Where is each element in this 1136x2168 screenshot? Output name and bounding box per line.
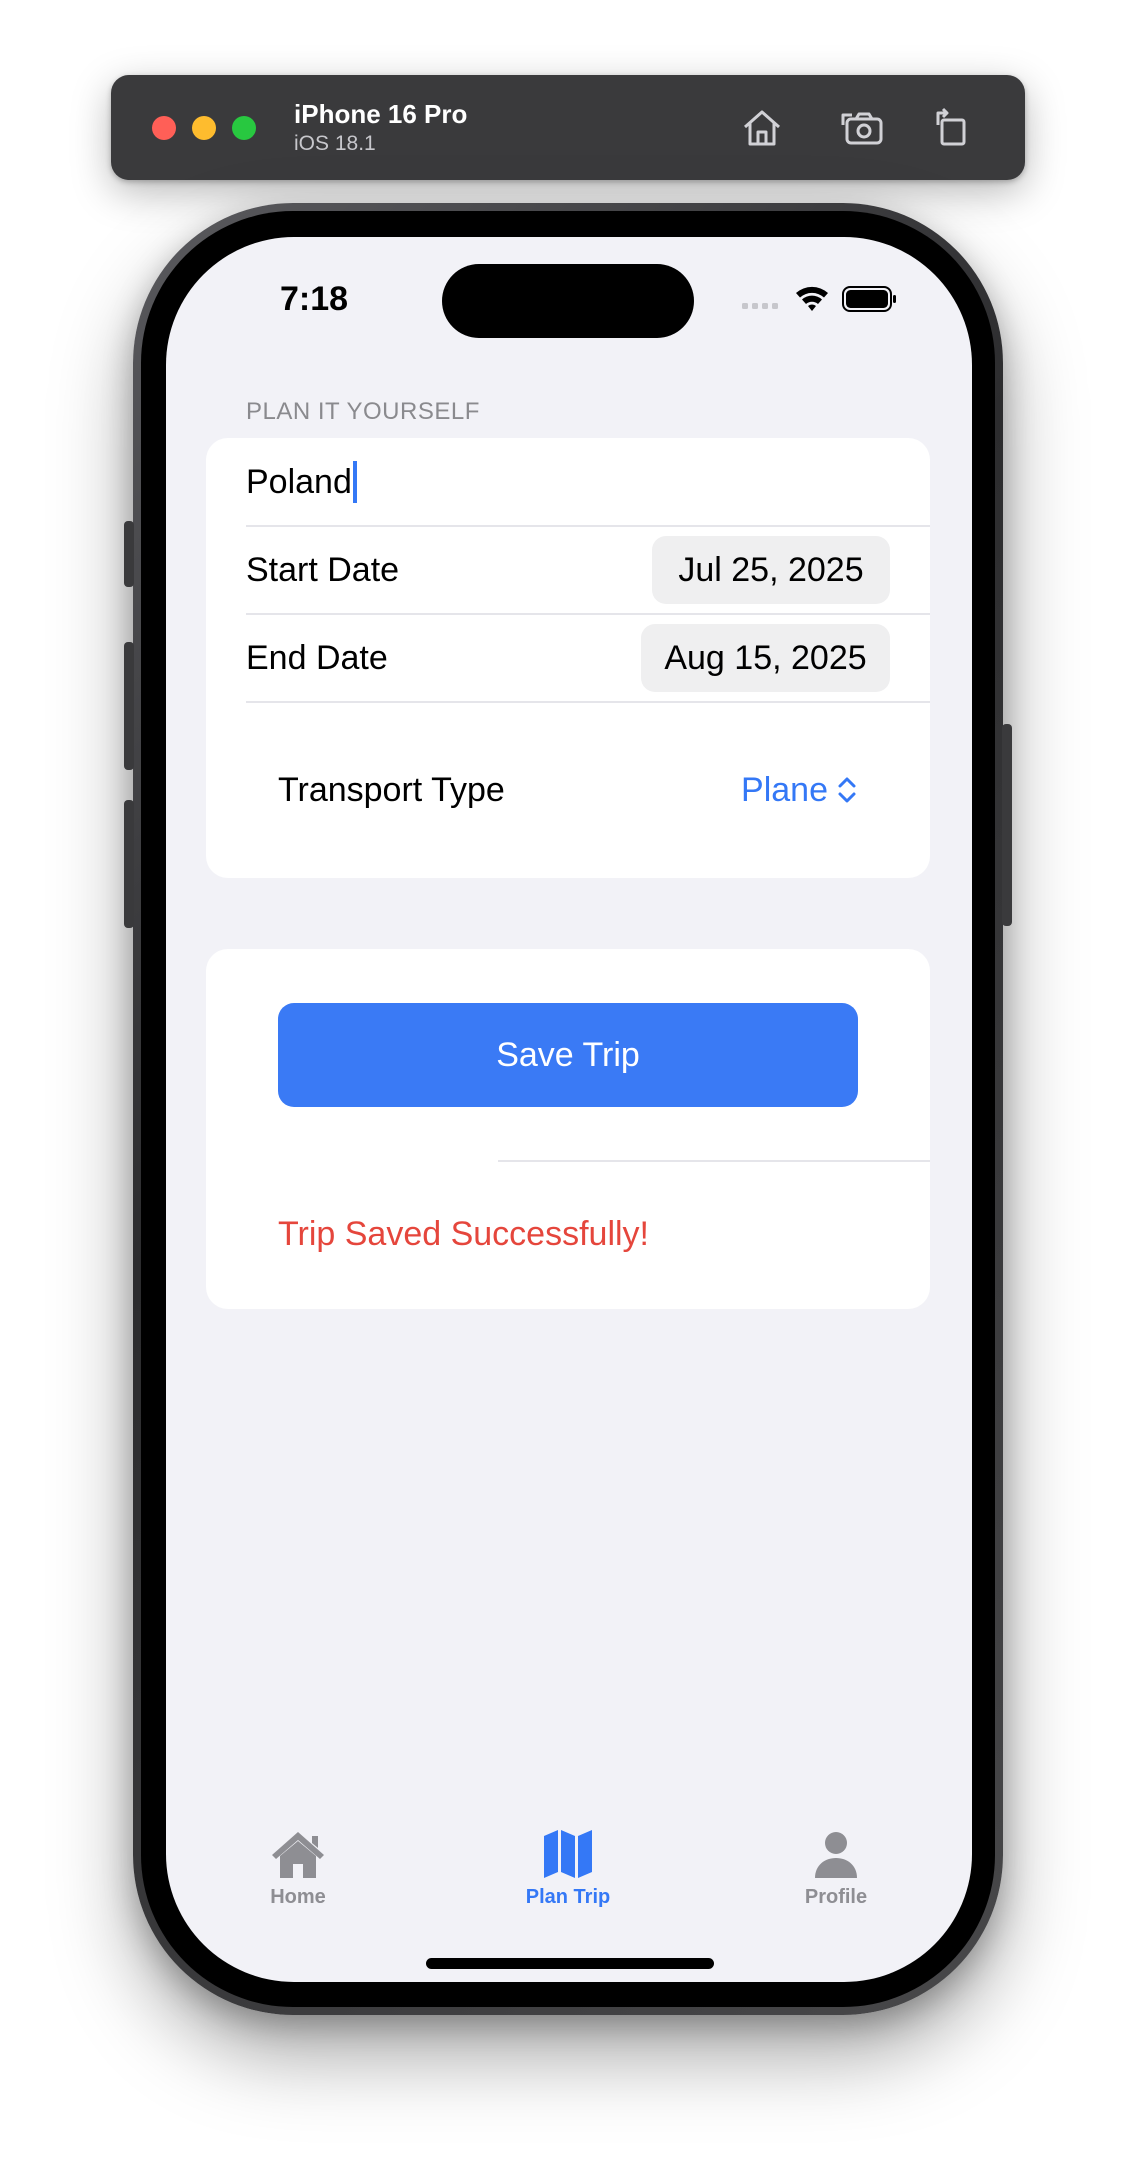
power-button — [1002, 724, 1012, 926]
status-time: 7:18 — [280, 280, 349, 318]
tab-home[interactable]: Home — [198, 1828, 398, 1909]
house-icon — [272, 1832, 324, 1878]
home-icon[interactable] — [737, 103, 787, 153]
volume-up-button — [124, 642, 134, 770]
zoom-window-button[interactable] — [232, 116, 256, 140]
chevron-up-down-icon — [838, 777, 856, 803]
tab-plan-trip[interactable]: Plan Trip — [468, 1828, 668, 1909]
start-date-picker[interactable]: Jul 25, 2025 — [652, 536, 890, 604]
rotate-icon[interactable] — [927, 103, 977, 153]
destination-field[interactable]: Poland — [246, 438, 930, 526]
minimize-window-button[interactable] — [192, 116, 216, 140]
transport-type-picker[interactable]: Plane — [741, 771, 858, 810]
text-cursor — [352, 461, 357, 503]
tab-home-label: Home — [270, 1886, 326, 1908]
section-header: PLAN IT YOURSELF — [246, 398, 480, 425]
battery-icon — [842, 286, 896, 312]
transport-type-row[interactable]: Transport Type Plane — [278, 702, 930, 878]
end-date-label: End Date — [246, 638, 388, 677]
success-message: Trip Saved Successfully! — [278, 1215, 649, 1253]
trip-form-card: Poland Start Date Jul 25, 2025 End Date … — [206, 438, 930, 878]
dynamic-island — [442, 264, 694, 338]
volume-down-button — [124, 800, 134, 928]
person-icon — [815, 1832, 857, 1878]
device-name: iPhone 16 Pro — [294, 99, 468, 129]
screenshot-icon[interactable] — [838, 103, 888, 153]
app-screen: 7:18 PLAN IT YOURSELF Poland Start Date … — [166, 237, 972, 1982]
end-date-picker[interactable]: Aug 15, 2025 — [641, 624, 890, 692]
status-icons — [742, 286, 896, 312]
simulator-toolbar: iPhone 16 Pro iOS 18.1 — [111, 75, 1025, 180]
home-indicator — [426, 1958, 714, 1969]
start-date-label: Start Date — [246, 550, 400, 589]
transport-type-label: Transport Type — [278, 770, 505, 809]
transport-type-value: Plane — [741, 770, 828, 809]
actions-card: Save Trip Trip Saved Successfully! — [206, 949, 930, 1309]
map-icon — [544, 1830, 592, 1878]
tab-profile-label: Profile — [804, 1886, 868, 1908]
action-button — [124, 521, 134, 587]
tab-plan-trip-label: Plan Trip — [525, 1886, 611, 1908]
save-trip-button[interactable]: Save Trip — [278, 1003, 858, 1107]
close-window-button[interactable] — [152, 116, 176, 140]
divider — [498, 1160, 930, 1162]
destination-value: Poland — [246, 462, 352, 501]
wifi-icon — [796, 286, 828, 311]
tab-profile[interactable]: Profile — [736, 1828, 936, 1909]
os-version: iOS 18.1 — [294, 132, 376, 155]
cellular-icon — [742, 303, 778, 309]
